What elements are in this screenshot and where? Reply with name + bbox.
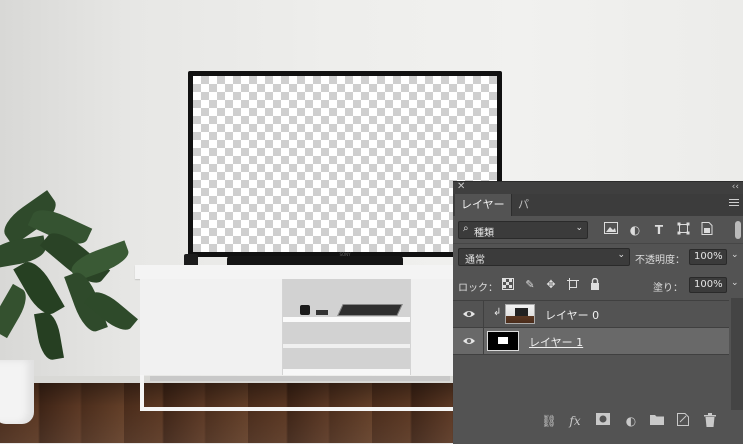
filter-kind-value: 種類 bbox=[474, 228, 494, 239]
close-icon[interactable]: ✕ bbox=[457, 181, 465, 193]
visibility-eye-icon[interactable] bbox=[462, 334, 476, 348]
adjustment-filter-icon[interactable]: ◐ bbox=[627, 222, 643, 238]
lock-position-icon[interactable]: ✥ bbox=[544, 278, 558, 292]
panel-menu-icon[interactable] bbox=[729, 199, 739, 209]
clipping-mask-arrow-icon: ↲ bbox=[493, 307, 502, 318]
fx-icon[interactable]: fx bbox=[567, 413, 583, 429]
search-icon: ⌕ bbox=[463, 223, 469, 234]
opacity-chevron-icon[interactable]: ⌄ bbox=[731, 250, 739, 260]
opacity-input[interactable]: 100% bbox=[689, 249, 727, 265]
opacity-label: 不透明度： bbox=[635, 255, 685, 266]
fill-label: 塗り： bbox=[653, 283, 683, 294]
gadget-object bbox=[316, 310, 328, 315]
lock-image-pixels-icon[interactable]: ✎ bbox=[523, 278, 537, 292]
fill-chevron-icon[interactable]: ⌄ bbox=[731, 278, 739, 288]
cabinet-legs bbox=[140, 375, 460, 411]
trash-icon[interactable] bbox=[702, 413, 718, 429]
divider bbox=[483, 301, 484, 327]
lock-all-icon[interactable] bbox=[588, 277, 602, 292]
layer-row-selected[interactable]: レイヤー 1 bbox=[453, 327, 729, 355]
chevron-down-icon: ⌄ bbox=[617, 250, 625, 260]
layers-panel: ✕ ‹‹ レイヤー パス ⌕ 種類 ⌄ ◐ T 通常 ⌄ 不透明度： 100% … bbox=[453, 181, 743, 444]
add-mask-icon[interactable] bbox=[595, 413, 611, 429]
link-layers-icon[interactable]: ⛓ bbox=[541, 413, 557, 429]
tv-cabinet-top bbox=[135, 265, 465, 279]
cabinet-opening bbox=[283, 279, 410, 369]
new-layer-icon[interactable] bbox=[675, 413, 691, 429]
gadget-object bbox=[300, 305, 310, 315]
fill-input[interactable]: 100% bbox=[689, 277, 727, 293]
smart-object-filter-icon[interactable] bbox=[699, 222, 715, 238]
lock-label: ロック： bbox=[458, 283, 498, 294]
blend-mode-value: 通常 bbox=[465, 255, 485, 266]
blend-mode-select[interactable]: 通常 ⌄ bbox=[458, 248, 630, 266]
filter-toggle[interactable] bbox=[735, 221, 741, 239]
cabinet-shelf bbox=[283, 317, 410, 322]
divider bbox=[453, 243, 743, 244]
cabinet-shelf-lower bbox=[283, 344, 410, 348]
layer-row[interactable]: ↲ レイヤー 0 bbox=[453, 300, 729, 327]
layers-scrollbar[interactable] bbox=[731, 298, 743, 410]
layer-name[interactable]: レイヤー 0 bbox=[545, 307, 599, 323]
layer-thumbnail[interactable] bbox=[505, 304, 535, 324]
type-filter-icon[interactable]: T bbox=[651, 222, 667, 238]
layer-thumbnail[interactable] bbox=[487, 331, 519, 351]
layer-filter-select[interactable]: ⌕ 種類 ⌄ bbox=[458, 221, 588, 239]
visibility-eye-icon[interactable] bbox=[462, 307, 476, 321]
cabinet-door-left bbox=[140, 279, 283, 375]
new-group-icon[interactable] bbox=[649, 413, 665, 429]
collapse-panel-icon[interactable]: ‹‹ bbox=[732, 181, 739, 193]
panel-title-bar bbox=[453, 182, 743, 194]
chevron-down-icon: ⌄ bbox=[575, 223, 583, 233]
tablet-object bbox=[337, 304, 403, 316]
layer-name[interactable]: レイヤー 1 bbox=[529, 334, 583, 350]
lock-transparent-pixels-icon[interactable] bbox=[501, 278, 515, 292]
lock-artboard-icon[interactable] bbox=[566, 278, 580, 292]
transparent-screen-area bbox=[193, 76, 497, 252]
image-filter-icon[interactable] bbox=[603, 222, 619, 238]
shape-filter-icon[interactable] bbox=[675, 222, 691, 238]
adjustment-layer-icon[interactable]: ◐ bbox=[623, 413, 639, 429]
divider bbox=[483, 328, 484, 354]
tab-paths[interactable]: パス bbox=[511, 194, 545, 233]
tab-layers[interactable]: レイヤー bbox=[455, 194, 511, 216]
plant-pot bbox=[0, 360, 34, 424]
